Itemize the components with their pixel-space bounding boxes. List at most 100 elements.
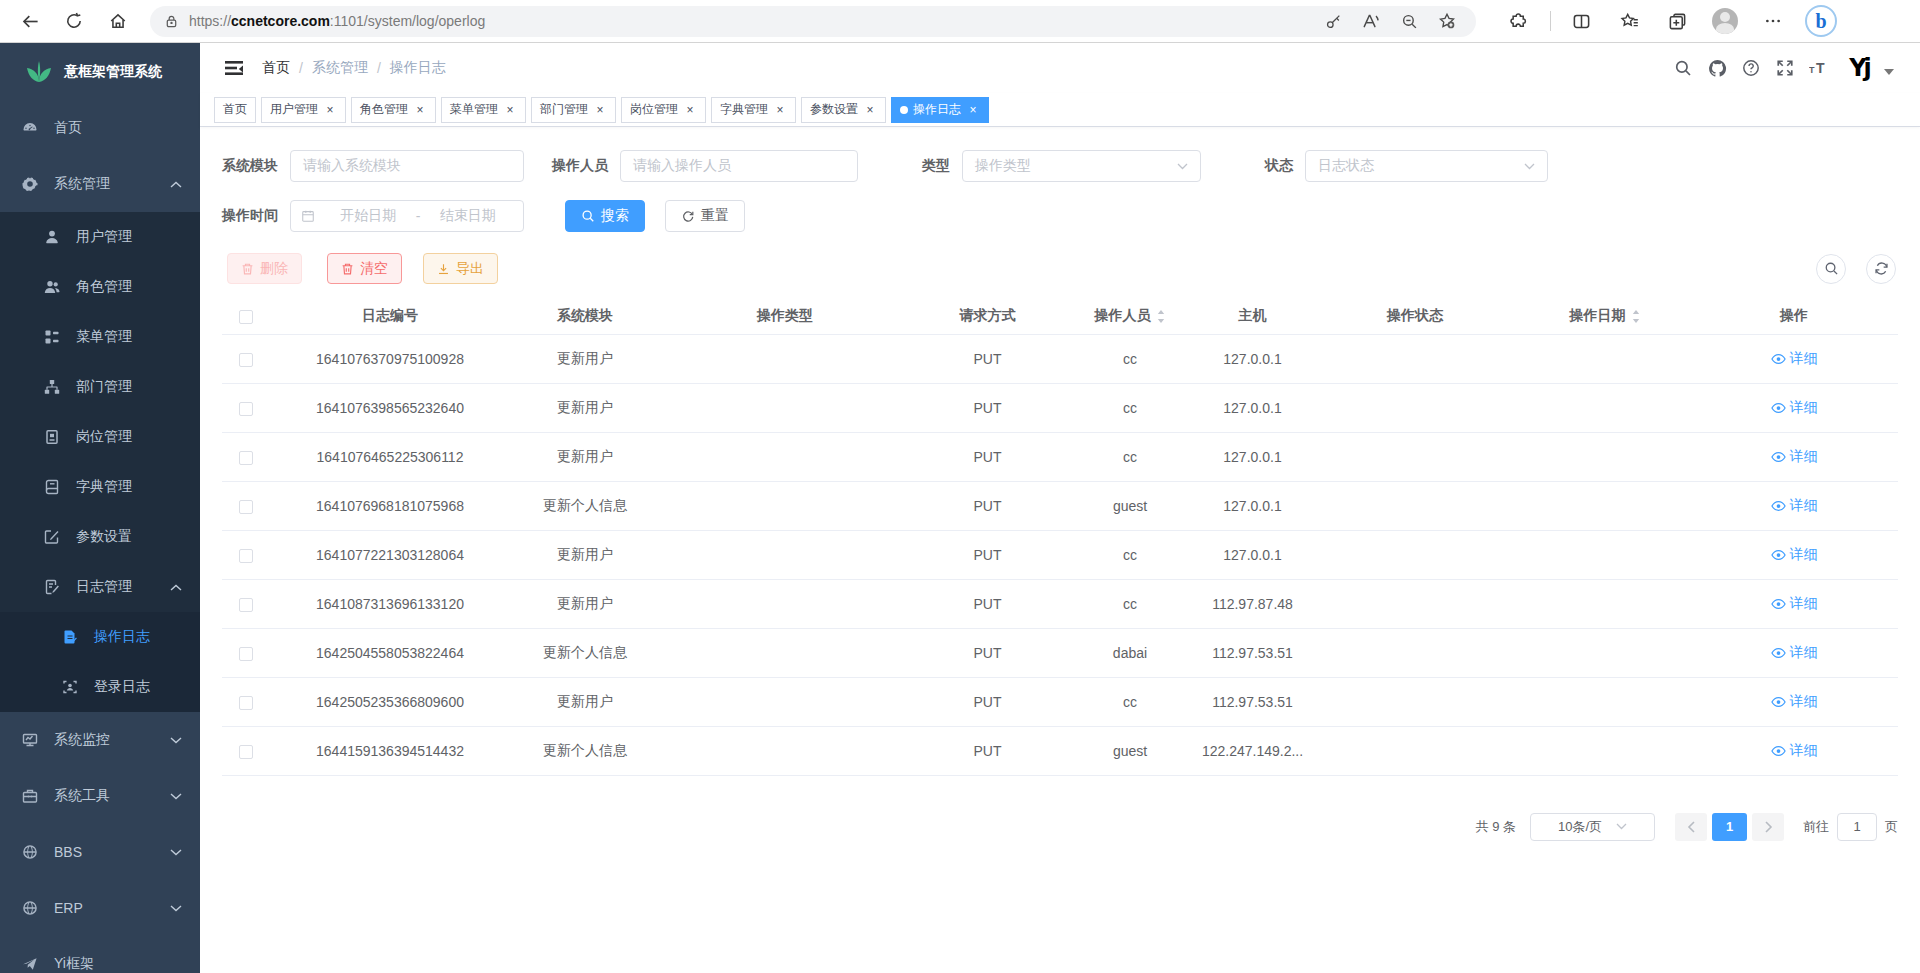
module-input[interactable]: 请输入系统模块	[290, 150, 524, 182]
sidebar-item-14[interactable]: 系统工具	[0, 768, 200, 824]
sidebar-item-11[interactable]: 操作日志	[0, 612, 200, 662]
zoom-out-icon[interactable]	[1390, 6, 1428, 36]
detail-link[interactable]: 详细	[1771, 742, 1818, 760]
reload-icon[interactable]	[56, 3, 92, 39]
tag-3[interactable]: 角色管理×	[351, 97, 436, 123]
sidebar-item-9[interactable]: 参数设置	[0, 512, 200, 562]
current-page-button[interactable]: 1	[1712, 813, 1747, 841]
detail-link[interactable]: 详细	[1771, 644, 1818, 662]
detail-link[interactable]: 详细	[1771, 693, 1818, 711]
close-icon[interactable]: ×	[413, 103, 427, 117]
detail-link[interactable]: 详细	[1771, 497, 1818, 515]
close-icon[interactable]: ×	[863, 103, 877, 117]
sidebar-item-1[interactable]: 首页	[0, 100, 200, 156]
detail-link[interactable]: 详细	[1771, 399, 1818, 417]
tag-8[interactable]: 参数设置×	[801, 97, 886, 123]
table-refresh-icon[interactable]	[1866, 254, 1896, 284]
profile-avatar[interactable]	[1707, 3, 1743, 39]
password-key-icon[interactable]	[1314, 6, 1352, 36]
col-header-date[interactable]: 操作日期	[1520, 299, 1690, 334]
row-checkbox[interactable]	[239, 353, 253, 367]
address-bar[interactable]: https://ccnetcore.com:1101/system/log/op…	[150, 6, 1476, 37]
extensions-icon[interactable]	[1500, 3, 1536, 39]
row-checkbox[interactable]	[239, 696, 253, 710]
tag-4[interactable]: 菜单管理×	[441, 97, 526, 123]
sort-caret-icon[interactable]	[1631, 309, 1641, 324]
user-avatar-logo[interactable]: Yj	[1844, 53, 1874, 83]
status-select[interactable]: 日志状态	[1305, 150, 1548, 182]
sidebar-item-4[interactable]: 角色管理	[0, 262, 200, 312]
read-aloud-icon[interactable]	[1352, 6, 1390, 36]
clear-button[interactable]: 清空	[327, 253, 402, 284]
help-icon[interactable]	[1734, 51, 1768, 85]
goto-page-input[interactable]: 1	[1837, 813, 1877, 841]
tag-9[interactable]: 操作日志×	[891, 97, 989, 123]
app-logo[interactable]: 意框架管理系统	[0, 43, 200, 100]
sidebar-item-6[interactable]: 部门管理	[0, 362, 200, 412]
prev-page-button[interactable]	[1675, 813, 1707, 841]
row-checkbox[interactable]	[239, 647, 253, 661]
close-icon[interactable]: ×	[503, 103, 517, 117]
next-page-button[interactable]	[1752, 813, 1784, 841]
type-select[interactable]: 操作类型	[962, 150, 1201, 182]
reset-button[interactable]: 重置	[665, 200, 745, 232]
breadcrumb-home[interactable]: 首页	[262, 59, 290, 77]
favorite-star-icon[interactable]	[1428, 6, 1466, 36]
detail-link[interactable]: 详细	[1771, 448, 1818, 466]
sidebar-item-7[interactable]: 岗位管理	[0, 412, 200, 462]
select-all-checkbox[interactable]	[239, 310, 253, 324]
row-checkbox[interactable]	[239, 500, 253, 514]
close-icon[interactable]: ×	[773, 103, 787, 117]
cell-host: 112.97.87.48	[1195, 579, 1310, 628]
fold-sidebar-icon[interactable]	[224, 58, 244, 78]
tag-6[interactable]: 岗位管理×	[621, 97, 706, 123]
row-checkbox[interactable]	[239, 549, 253, 563]
back-icon[interactable]	[12, 3, 48, 39]
close-icon[interactable]: ×	[683, 103, 697, 117]
text-size-icon[interactable]: TT	[1802, 51, 1836, 85]
close-icon[interactable]: ×	[593, 103, 607, 117]
col-header-operator[interactable]: 操作人员	[1065, 299, 1195, 334]
sidebar-item-15[interactable]: BBS	[0, 824, 200, 880]
detail-link[interactable]: 详细	[1771, 546, 1818, 564]
tag-2[interactable]: 用户管理×	[261, 97, 346, 123]
page-size-select[interactable]: 10条/页	[1530, 813, 1655, 841]
tag-7[interactable]: 字典管理×	[711, 97, 796, 123]
tag-5[interactable]: 部门管理×	[531, 97, 616, 123]
header-search-icon[interactable]	[1666, 51, 1700, 85]
close-icon[interactable]: ×	[323, 103, 337, 117]
close-icon[interactable]: ×	[966, 103, 980, 117]
split-screen-icon[interactable]	[1563, 3, 1599, 39]
export-button[interactable]: 导出	[423, 253, 498, 284]
row-checkbox[interactable]	[239, 598, 253, 612]
sidebar-item-16[interactable]: ERP	[0, 880, 200, 936]
sidebar-item-5[interactable]: 菜单管理	[0, 312, 200, 362]
sidebar-item-8[interactable]: 字典管理	[0, 462, 200, 512]
tag-1[interactable]: 首页	[214, 97, 256, 123]
row-checkbox[interactable]	[239, 451, 253, 465]
sort-caret-icon[interactable]	[1156, 309, 1166, 324]
favorites-bar-icon[interactable]	[1611, 3, 1647, 39]
avatar-caret-icon[interactable]	[1884, 69, 1894, 75]
sidebar-item-12[interactable]: 登录日志	[0, 662, 200, 712]
sidebar-item-10[interactable]: 日志管理	[0, 562, 200, 612]
detail-link[interactable]: 详细	[1771, 350, 1818, 368]
sidebar-item-3[interactable]: 用户管理	[0, 212, 200, 262]
sidebar-item-17[interactable]: Yi框架	[0, 936, 200, 973]
table-search-toggle-icon[interactable]	[1816, 254, 1846, 284]
detail-link[interactable]: 详细	[1771, 595, 1818, 613]
home-icon[interactable]	[100, 3, 136, 39]
sidebar-item-2[interactable]: 系统管理	[0, 156, 200, 212]
bing-icon[interactable]: b	[1803, 3, 1839, 39]
delete-button[interactable]: 删除	[227, 253, 302, 284]
sidebar-item-13[interactable]: 系统监控	[0, 712, 200, 768]
row-checkbox[interactable]	[239, 402, 253, 416]
row-checkbox[interactable]	[239, 745, 253, 759]
search-button[interactable]: 搜索	[565, 200, 645, 232]
date-range-input[interactable]: 开始日期 - 结束日期	[290, 200, 524, 232]
collections-icon[interactable]	[1659, 3, 1695, 39]
fullscreen-icon[interactable]	[1768, 51, 1802, 85]
operator-input[interactable]: 请输入操作人员	[620, 150, 858, 182]
more-menu-icon[interactable]	[1755, 3, 1791, 39]
github-icon[interactable]	[1700, 51, 1734, 85]
